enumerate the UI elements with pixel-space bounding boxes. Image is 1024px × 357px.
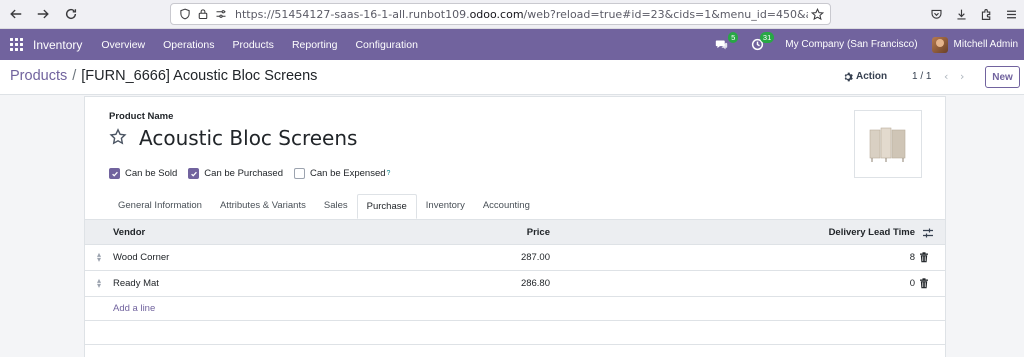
trash-icon[interactable] (919, 278, 929, 289)
price-cell[interactable]: 287.00 (521, 252, 550, 263)
menu-configuration[interactable]: Configuration (346, 39, 426, 51)
download-icon[interactable] (949, 4, 974, 24)
activities-clock-icon[interactable]: 31 (749, 31, 775, 53)
can-be-purchased-label: Can be Purchased (204, 168, 283, 179)
acoustic-screen-image (869, 127, 906, 162)
vendor-pricelist-table: Vendor Price Delivery Lead Time ▴ ▾ Wood … (85, 219, 945, 345)
help-tooltip-icon[interactable]: ? (387, 170, 391, 177)
can-be-sold-label: Can be Sold (125, 168, 178, 179)
table-row[interactable]: ▴ ▾ Wood Corner 287.00 8 (85, 245, 945, 271)
gear-icon (844, 72, 853, 81)
vendor-cell[interactable]: Ready Mat (113, 278, 159, 289)
forward-icon[interactable] (33, 4, 53, 24)
product-flags: Can be Sold Can be Purchased Can be Expe… (109, 168, 401, 179)
breadcrumb-products[interactable]: Products (10, 68, 67, 84)
price-cell[interactable]: 286.80 (521, 278, 550, 289)
user-avatar[interactable] (931, 36, 948, 53)
lead-time-cell[interactable]: 8 (910, 252, 915, 263)
apps-grid-icon[interactable] (10, 37, 24, 52)
app-name[interactable]: Inventory (33, 38, 82, 52)
action-button[interactable]: Action (843, 71, 887, 82)
drag-handle-icon[interactable]: ▴ ▾ (97, 277, 105, 290)
pocket-icon[interactable] (924, 4, 949, 24)
control-panel: Products / [FURN_6666] Acoustic Bloc Scree… (0, 60, 1024, 95)
new-button[interactable]: New (985, 66, 1020, 88)
can-be-expensed-checkbox[interactable]: Can be Expensed? (294, 168, 390, 179)
url-text[interactable]: https://51454127-saas-16-1-all.runbot109… (235, 8, 808, 21)
extensions-icon[interactable] (974, 4, 999, 24)
action-label: Action (856, 71, 888, 82)
checkbox-checked-icon[interactable] (188, 168, 200, 179)
breadcrumb-current: [FURN_6666] Acoustic Bloc Screens (81, 68, 318, 84)
lock-icon[interactable] (195, 6, 211, 22)
tab-purchase[interactable]: Purchase (356, 194, 417, 219)
messages-badge: 5 (728, 31, 739, 43)
product-name-field[interactable]: Acoustic Bloc Screens (139, 126, 357, 150)
bookmark-star-icon[interactable] (808, 5, 826, 23)
tab-general-information[interactable]: General Information (109, 194, 211, 219)
drag-handle-icon[interactable]: ▴ ▾ (97, 251, 105, 264)
add-line-link[interactable]: Add a line (113, 303, 155, 314)
address-bar[interactable]: https://51454127-saas-16-1-all.runbot109… (170, 3, 831, 25)
menu-products[interactable]: Products (224, 39, 283, 51)
company-switcher[interactable]: My Company (San Francisco) (785, 39, 917, 50)
form-tabs: General Information Attributes & Variant… (109, 194, 539, 219)
menu-reporting[interactable]: Reporting (283, 39, 347, 51)
form-sheet: Product Name Acoustic Bloc Screens Can b… (84, 96, 946, 357)
messages-icon[interactable]: 5 (713, 31, 739, 53)
checkbox-unchecked-icon[interactable] (294, 168, 305, 179)
permissions-icon[interactable] (213, 6, 229, 22)
user-name[interactable]: Mitchell Admin (954, 39, 1018, 50)
empty-row (85, 321, 945, 345)
url-prefix: https://51454127-saas-16-1-all.runbot109… (235, 7, 470, 21)
vendor-cell[interactable]: Wood Corner (113, 252, 169, 263)
can-be-sold-checkbox[interactable]: Can be Sold (109, 168, 177, 179)
tab-sales[interactable]: Sales (315, 194, 357, 219)
url-suffix: /web?reload=true#id=23&cids=1&menu_id=45… (523, 7, 808, 21)
main-navbar: Inventory Overview Operations Products R… (0, 29, 1024, 60)
can-be-purchased-checkbox[interactable]: Can be Purchased (188, 168, 283, 179)
main-menu: Overview Operations Products Reporting C… (92, 39, 427, 51)
breadcrumb: Products / [FURN_6666] Acoustic Bloc Scree… (10, 68, 317, 84)
tab-inventory[interactable]: Inventory (417, 194, 474, 219)
trash-icon[interactable] (919, 252, 929, 263)
table-row[interactable]: ▴ ▾ Ready Mat 286.80 0 (85, 271, 945, 297)
tab-accounting[interactable]: Accounting (474, 194, 539, 219)
reload-icon[interactable] (61, 4, 81, 24)
can-be-expensed-label: Can be Expensed (310, 168, 386, 179)
optional-columns-icon[interactable] (922, 227, 934, 239)
pager-previous-icon[interactable]: ‹ (944, 70, 948, 83)
favorite-star-icon[interactable] (109, 128, 127, 146)
header-price[interactable]: Price (527, 227, 550, 238)
tab-attributes-variants[interactable]: Attributes & Variants (211, 194, 315, 219)
breadcrumb-separator: / (72, 68, 77, 84)
pager-next-icon[interactable]: › (960, 70, 964, 83)
menu-operations[interactable]: Operations (154, 39, 223, 51)
url-domain: odoo.com (469, 7, 524, 21)
browser-toolbar: https://51454127-saas-16-1-all.runbot109… (0, 0, 1024, 29)
header-vendor[interactable]: Vendor (113, 227, 145, 238)
lead-time-cell[interactable]: 0 (910, 278, 915, 289)
add-line-row: Add a line (85, 297, 945, 321)
back-icon[interactable] (6, 4, 26, 24)
product-name-label: Product Name (109, 111, 174, 122)
header-delivery-lead-time[interactable]: Delivery Lead Time (829, 227, 915, 238)
activities-badge: 31 (759, 31, 775, 43)
pager-value[interactable]: 1 / 1 (912, 71, 931, 82)
shield-icon[interactable] (177, 6, 193, 22)
menu-overview[interactable]: Overview (92, 39, 154, 51)
menu-icon[interactable] (999, 4, 1024, 24)
checkbox-checked-icon[interactable] (109, 168, 120, 179)
product-image[interactable] (854, 110, 922, 178)
table-header: Vendor Price Delivery Lead Time (85, 219, 945, 245)
